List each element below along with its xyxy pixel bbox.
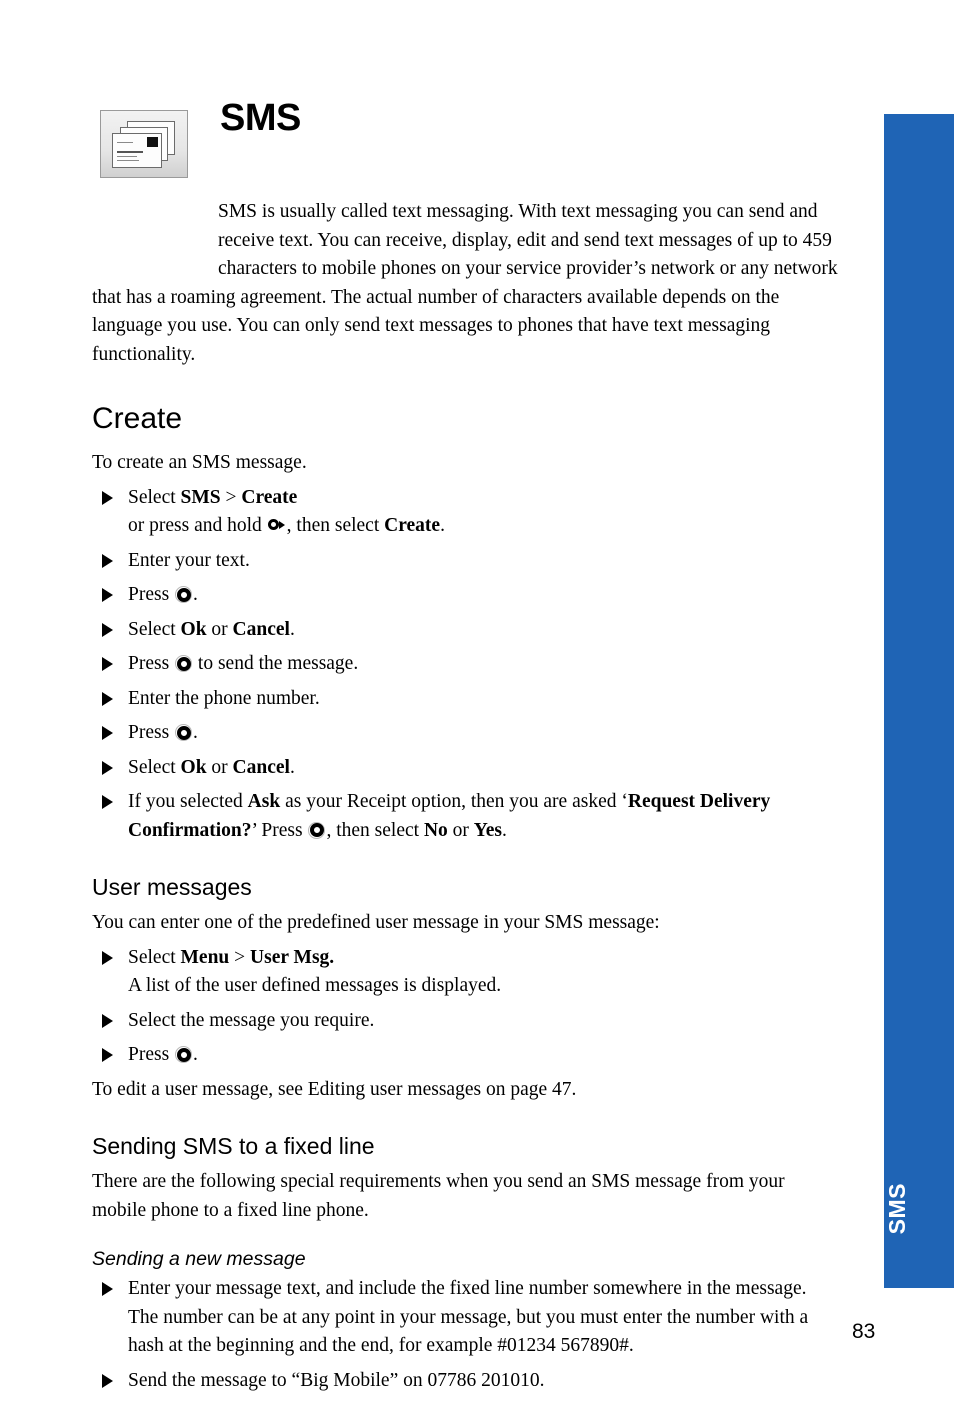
section-tab-sms: SMS [884,114,954,1288]
bullet-triangle-icon [102,1373,113,1388]
step-item: Select Menu > User Msg. A list of the use… [92,944,840,1001]
step-item: Select Ok or Cancel. [92,754,840,783]
step-text: Enter your text. [128,549,250,571]
step-text: Press . [128,1044,198,1065]
step-item: Press . [92,719,840,748]
step-text: Select Menu > User Msg. [128,946,335,968]
page-title: SMS [220,97,301,139]
user-messages-steps-list: Select Menu > User Msg. A list of the use… [92,944,840,1070]
page-header: SMS [92,96,840,188]
step-text: Enter the phone number. [128,687,320,709]
bullet-triangle-icon [102,1048,113,1062]
step-text: Press to send the message. [128,653,359,674]
step-text: Select Ok or Cancel. [128,756,295,778]
icon-text-wrap-spacer [92,198,218,256]
create-intro: To create an SMS message. [92,452,307,473]
step-text: If you selected Ask as your Receipt opti… [128,791,771,841]
step-text: Enter your message text, and include the… [128,1278,809,1356]
bullet-triangle-icon [102,795,113,809]
emphasis-text: Ok [180,756,207,778]
bullet-triangle-icon [102,1282,113,1296]
intro-paragraph: SMS is usually called text messaging. Wi… [92,198,840,369]
sms-messages-icon [100,110,188,178]
user-messages-intro: You can enter one of the predefined user… [92,912,660,933]
heading-create: Create [92,402,183,435]
envelope-line [117,156,137,157]
bullet-triangle-icon [102,950,113,965]
step-item: Press . [92,581,840,610]
fixed-line-intro: There are the following special requirem… [92,1171,785,1221]
step-text: Select SMS > Create [128,486,298,508]
step-item: Enter the phone number. [92,685,840,714]
bullet-triangle-icon [102,553,113,568]
bullet-triangle-icon [102,691,113,706]
bullet-triangle-icon [102,588,113,602]
heading-user-messages: User messages [92,874,252,900]
step-text: Press . [128,584,198,605]
fixed-line-steps-list: Enter your message text, and include the… [92,1275,840,1395]
step-text: Press . [128,722,198,743]
page-content: SMS SMS is usually called text messaging… [92,96,840,1401]
envelope-line [117,160,139,161]
step-item: Select Ok or Cancel. [92,616,840,645]
step-item: Select SMS > Create or press and hold , t… [92,484,840,541]
step-text: Select the message you require. [128,1009,375,1031]
envelope-stamp [147,137,158,147]
step-subtext: A list of the user defined messages is d… [128,975,502,996]
right-key-icon [267,518,286,531]
select-key-icon [308,821,326,839]
envelope-line [117,151,143,153]
emphasis-text: Create [241,486,298,508]
select-key-icon [175,655,193,672]
emphasis-text: Yes [473,819,502,841]
select-key-icon [175,586,193,603]
bullet-triangle-icon [102,657,113,671]
subheading-sending-new-message: Sending a new message [92,1248,306,1270]
bullet-triangle-icon [102,1013,113,1028]
step-item: Enter your text. [92,547,840,576]
emphasis-text: Ok [180,618,207,640]
emphasis-text: Cancel [232,618,290,640]
bullet-triangle-icon [102,490,113,505]
step-item: Send the message to “Big Mobile” on 0778… [92,1367,840,1396]
heading-fixed-line: Sending SMS to a fixed line [92,1133,375,1159]
create-steps-list: Select SMS > Create or press and hold , t… [92,484,840,846]
emphasis-text: Create [384,515,441,536]
step-item: Select the message you require. [92,1007,840,1036]
emphasis-text: SMS [180,486,221,508]
bullet-triangle-icon [102,622,113,637]
envelope-front [112,133,162,168]
select-key-icon [175,1046,193,1063]
section-tab-label: SMS [884,1182,910,1234]
emphasis-text: Menu [180,946,230,968]
user-messages-outro: To edit a user message, see Editing user… [92,1078,577,1100]
step-text: Select Ok or Cancel. [128,618,295,640]
step-item: Enter your message text, and include the… [92,1275,840,1361]
step-item: Press . [92,1041,840,1070]
step-item: If you selected Ask as your Receipt opti… [92,788,840,845]
emphasis-text: Cancel [232,756,290,778]
select-key-icon [175,724,193,741]
step-item: Press to send the message. [92,650,840,679]
bullet-triangle-icon [102,726,113,740]
bullet-triangle-icon [102,760,113,775]
emphasis-text: User Msg. [250,946,335,968]
step-subtext: or press and hold , then select Create. [128,515,445,536]
page-number: 83 [852,1320,876,1343]
envelope-line [117,142,133,143]
emphasis-text: Request Delivery Confirmation? [128,791,771,841]
emphasis-text: No [423,819,448,841]
step-text: Send the message to “Big Mobile” on 0778… [128,1369,545,1391]
emphasis-text: Ask [247,791,281,812]
